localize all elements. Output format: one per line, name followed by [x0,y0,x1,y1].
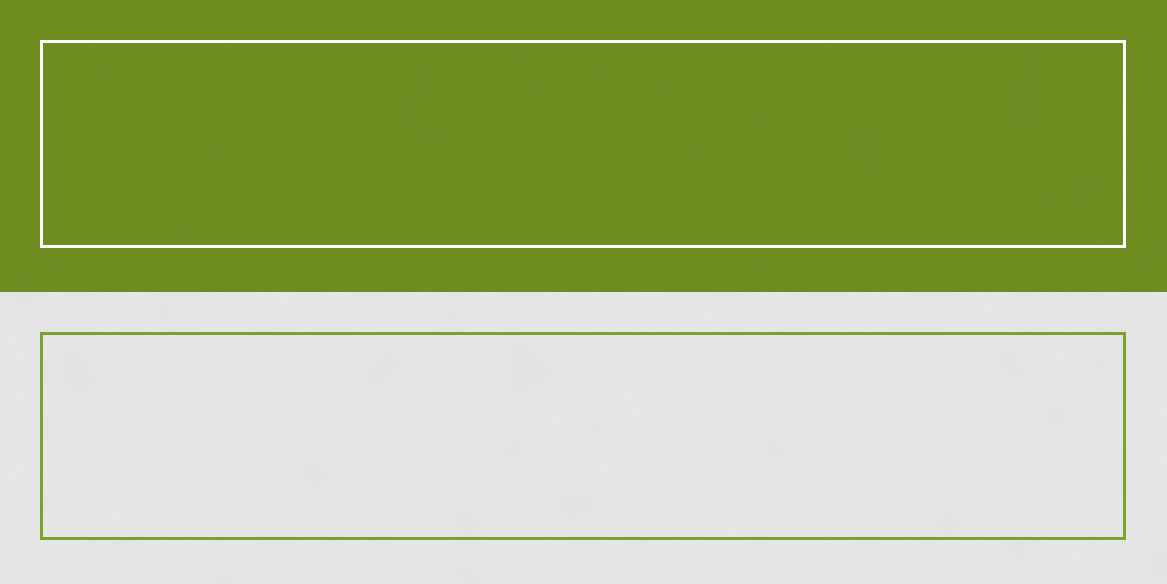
green-outline-frame [40,332,1126,540]
light-textured-panel [0,292,1167,584]
green-textured-panel [0,0,1167,292]
white-outline-frame [40,40,1126,248]
texture-swatch-canvas [0,0,1167,584]
